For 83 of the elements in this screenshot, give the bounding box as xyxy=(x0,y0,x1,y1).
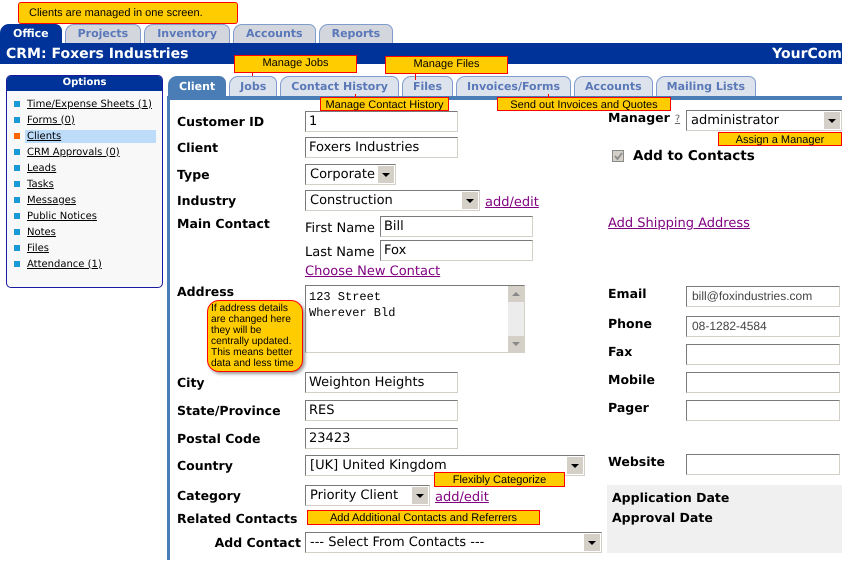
callout-label: Manage Contact History xyxy=(320,97,449,111)
text-field[interactable] xyxy=(686,344,840,365)
add-edit-link[interactable]: add/edit xyxy=(435,489,489,506)
panel-title: Options xyxy=(7,76,162,91)
text-field[interactable]: bill@foxindustries.com xyxy=(686,286,840,307)
field-label: Country xyxy=(177,457,233,475)
leader-line xyxy=(415,74,416,80)
nav-tab[interactable]: Office xyxy=(0,24,62,43)
callout-label: Add Additional Contacts and Referrers xyxy=(307,510,540,525)
dropdown[interactable]: [UK] United Kingdom xyxy=(305,455,585,476)
help-link[interactable]: ? xyxy=(674,114,680,125)
page-title: CRM: Foxers Industries xyxy=(6,46,188,62)
field-label: Last Name xyxy=(305,244,376,260)
choose-contact-link[interactable]: Choose New Contact xyxy=(305,264,533,279)
field-label: Industry xyxy=(177,192,236,210)
sidebar-item[interactable]: Leads xyxy=(25,162,156,174)
field-label: Manager xyxy=(608,110,670,125)
text-field[interactable] xyxy=(686,454,840,475)
field-label: Pager xyxy=(608,400,649,415)
field-label: Main Contact xyxy=(177,216,270,232)
dropdown[interactable]: Priority Client xyxy=(305,485,430,506)
sidebar-item[interactable]: Forms (0) xyxy=(25,114,156,126)
caret-icon xyxy=(584,534,600,551)
dropdown[interactable]: Corporate xyxy=(305,164,396,185)
sidebar-item[interactable]: Messages xyxy=(25,194,156,206)
sidebar-item[interactable]: Files xyxy=(25,242,156,254)
shipping-address-link[interactable]: Add Shipping Address xyxy=(608,216,750,231)
note-bubble: If address details are changed here they will be centrally updated. This means better data and less time xyxy=(207,300,303,372)
section-tab[interactable]: Client xyxy=(168,76,226,96)
add-edit-link[interactable]: add/edit xyxy=(485,194,539,211)
caret-icon xyxy=(412,487,428,504)
field-label: Approval Date xyxy=(612,510,714,525)
field-label: Type xyxy=(177,166,210,184)
address-field[interactable]: 123 Street Wherever Bld xyxy=(305,285,525,353)
field-label: Email xyxy=(608,286,647,301)
text-field[interactable] xyxy=(686,400,840,421)
text-field[interactable]: RES xyxy=(305,400,458,421)
field-label: Fax xyxy=(608,344,632,359)
sidebar-item[interactable]: Public Notices xyxy=(25,210,156,222)
field-label: City xyxy=(177,374,205,392)
callout-label: Manage Jobs xyxy=(234,55,357,73)
text-field[interactable] xyxy=(686,372,840,393)
caret-icon xyxy=(824,112,840,129)
callout-label: Clients are managed in one screen. xyxy=(18,2,238,24)
field-label: Phone xyxy=(608,316,652,331)
callout-label: Assign a Manager xyxy=(718,132,842,146)
sidebar-item[interactable]: Clients xyxy=(25,130,156,142)
sidebar-item[interactable]: CRM Approvals (0) xyxy=(25,146,156,158)
text-field[interactable]: Weighton Heights xyxy=(305,372,458,393)
text-field[interactable]: 23423 xyxy=(305,428,458,449)
text-field[interactable]: Foxers Industries xyxy=(305,137,458,158)
sidebar-item[interactable]: Attendance (1) xyxy=(25,258,156,270)
dropdown[interactable]: administrator xyxy=(686,110,842,131)
company-name: YourCom xyxy=(772,46,842,62)
field-label: Postal Code xyxy=(177,430,260,448)
field-label: Add to Contacts xyxy=(633,147,755,165)
text-field[interactable]: Bill xyxy=(380,216,533,237)
caret-icon xyxy=(462,192,478,209)
dropdown[interactable]: --- Select From Contacts --- xyxy=(305,532,602,553)
callout-label: Send out Invoices and Quotes xyxy=(497,97,671,111)
sidebar-item[interactable]: Time/Expense Sheets (1) xyxy=(25,98,156,110)
field-label: Customer ID xyxy=(177,113,264,131)
field-label: First Name xyxy=(305,220,376,236)
callout-label: Manage Files xyxy=(385,56,508,74)
text-field[interactable]: Fox xyxy=(380,240,533,261)
caret-icon xyxy=(567,457,583,474)
dropdown[interactable]: Construction xyxy=(305,190,480,211)
field-label: Related Contacts xyxy=(177,511,298,527)
field-label: Client xyxy=(177,139,218,157)
field-label: Mobile xyxy=(608,372,656,387)
field-label: State/Province xyxy=(177,402,281,420)
field-label: Address xyxy=(177,285,234,299)
text-field[interactable]: 1 xyxy=(305,111,458,132)
sidebar-item[interactable]: Notes xyxy=(25,226,156,238)
callout-label: Flexibly Categorize xyxy=(434,472,565,487)
field-label: Application Date xyxy=(612,490,730,505)
caret-icon xyxy=(378,166,394,183)
field-label: Add Contact xyxy=(214,534,302,552)
field-label: Website xyxy=(608,454,665,469)
text-field[interactable]: 08-1282-4584 xyxy=(686,316,840,337)
field-label: Category xyxy=(177,487,241,505)
sidebar-item[interactable]: Tasks xyxy=(25,178,156,190)
check-icon xyxy=(614,152,622,160)
